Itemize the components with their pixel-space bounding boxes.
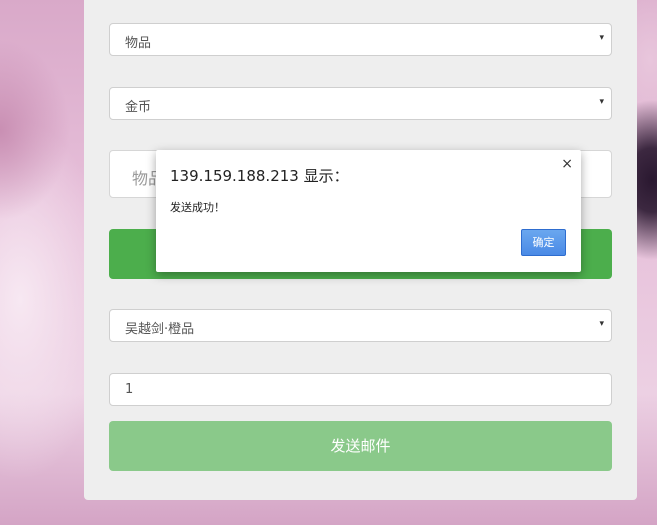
- currency-select-value: 金币: [125, 100, 152, 115]
- quantity-input[interactable]: 1: [109, 373, 612, 406]
- close-icon[interactable]: ×: [561, 156, 573, 172]
- quantity-input-value: 1: [125, 382, 134, 397]
- currency-select[interactable]: 金币 ▾: [109, 87, 612, 120]
- dialog-message: 发送成功！: [170, 201, 225, 214]
- alert-dialog: 139.159.188.213 显示： × 发送成功！ 确定: [156, 150, 581, 272]
- send-mail-button[interactable]: 发送邮件: [109, 421, 612, 471]
- chevron-down-icon: ▾: [599, 97, 604, 107]
- item-type-select-value: 物品: [125, 36, 152, 51]
- ok-button[interactable]: 确定: [521, 229, 566, 256]
- item-select-value: 吴越剑·橙品: [125, 322, 195, 337]
- item-type-select[interactable]: 物品 ▾: [109, 23, 612, 56]
- dialog-title: 139.159.188.213 显示：: [170, 167, 349, 185]
- chevron-down-icon: ▾: [599, 319, 604, 329]
- item-select[interactable]: 吴越剑·橙品 ▾: [109, 309, 612, 342]
- chevron-down-icon: ▾: [599, 33, 604, 43]
